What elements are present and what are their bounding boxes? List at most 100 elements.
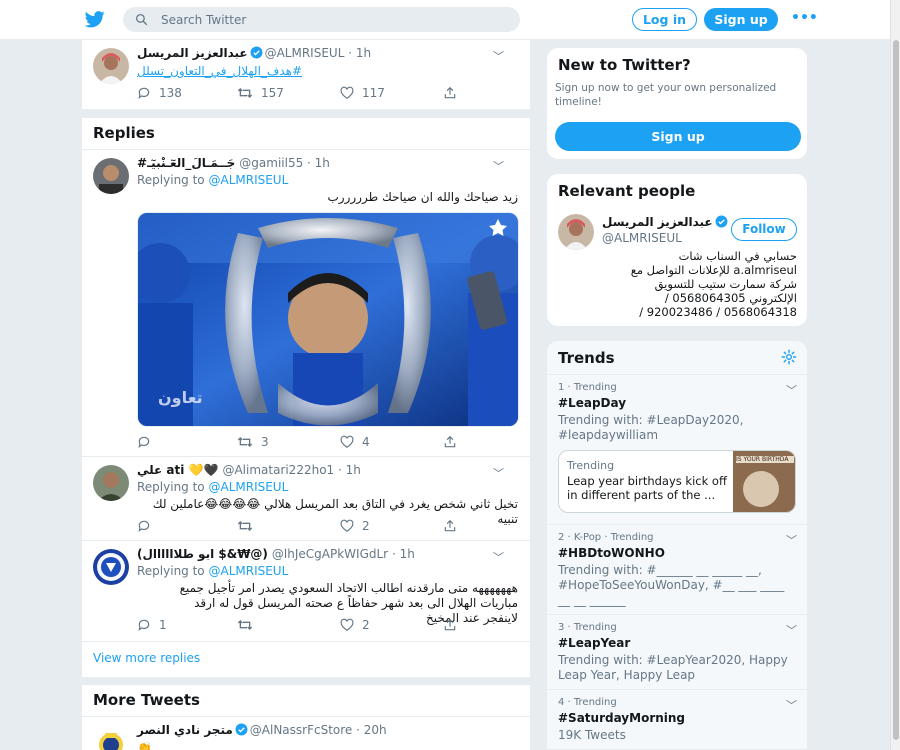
share-button[interactable]: [443, 434, 457, 450]
tweet-header: #جَــمَـالَ_العٓـنْبيٓـ @gamiil55 · 1h ﹀: [137, 156, 518, 174]
retweet-button[interactable]: [237, 617, 261, 633]
settings-gear-icon[interactable]: [781, 349, 797, 365]
author-name[interactable]: #جَــمَـالَ_العٓـنْبيٓـ: [137, 156, 235, 170]
like-button[interactable]: 4: [340, 434, 370, 450]
retweet-button[interactable]: [237, 518, 261, 534]
tweet-time[interactable]: 1h: [315, 156, 330, 170]
author-name[interactable]: عبدالعزيز المريسل: [137, 46, 248, 60]
reply-button[interactable]: [137, 434, 159, 450]
author-name[interactable]: متجر نادي النصر: [137, 723, 233, 737]
chevron-down-icon[interactable]: ﹀: [786, 532, 797, 548]
tweet-time-sep: ·: [352, 723, 364, 737]
trend-item[interactable]: 2 · K-Pop · Trending ﹀ #HBDtoWONHO Trend…: [547, 524, 807, 614]
hashtag-link[interactable]: #هدف_الهلال_في_التعاون_تسلل: [137, 64, 302, 78]
trend-moment-card[interactable]: Trending Leap year birthdays kick off in…: [558, 450, 796, 513]
chevron-down-icon[interactable]: ﹀: [786, 622, 797, 638]
more-options-icon[interactable]: •••: [791, 10, 818, 26]
more-tweets-heading: More Tweets: [82, 685, 530, 717]
reply-button[interactable]: 138: [137, 85, 182, 101]
share-icon: [444, 86, 456, 99]
trend-title[interactable]: #LeapYear: [558, 636, 630, 650]
chevron-down-icon[interactable]: ﹀: [786, 382, 797, 398]
signup-button[interactable]: Sign up: [704, 8, 778, 31]
trend-title[interactable]: #HBDtoWONHO: [558, 546, 665, 560]
chevron-down-icon[interactable]: ﹀: [786, 697, 797, 713]
avatar[interactable]: [93, 725, 129, 750]
share-button[interactable]: [443, 518, 457, 534]
author-handle[interactable]: @AlNassrFcStore: [250, 723, 353, 737]
chevron-down-icon[interactable]: ﹀: [493, 158, 504, 174]
tweet-actions: 3 4: [137, 434, 457, 450]
replying-to-link[interactable]: @ALMRISEUL: [208, 564, 288, 578]
trend-item[interactable]: 4 · Trending ﹀ #SaturdayMorning 19K Twee…: [547, 689, 807, 749]
author-name[interactable]: علي ati 💛🖤: [137, 463, 218, 477]
trend-title[interactable]: #LeapDay: [558, 396, 626, 410]
share-button[interactable]: [443, 617, 457, 633]
person-name[interactable]: عبدالعزيز المريسل: [602, 215, 713, 229]
replying-to: Replying to @ALMRISEUL: [137, 564, 288, 578]
tweet-time[interactable]: 1h: [400, 547, 415, 561]
avatar[interactable]: [93, 158, 129, 194]
author-handle[interactable]: @Alimatari222ho1: [222, 463, 334, 477]
view-more-replies-link[interactable]: View more replies: [93, 651, 200, 665]
author-handle[interactable]: @gamiil55: [239, 156, 303, 170]
reply-tweet[interactable]: علي ati 💛🖤 @Alimatari222ho1 · 1h ﹀ Replyi…: [82, 457, 530, 541]
search-box[interactable]: [123, 7, 520, 32]
chevron-down-icon[interactable]: ﹀: [493, 549, 504, 565]
author-name[interactable]: (ابو طلاااااال $&₩@): [137, 547, 268, 561]
moment-text: Leap year birthdays kick off in differen…: [567, 474, 727, 502]
tweet-time[interactable]: 1h: [346, 463, 361, 477]
tweet-time-sep: ·: [388, 547, 400, 561]
reply-tweet[interactable]: #جَــمَـالَ_العٓـنْبيٓـ @gamiil55 · 1h ﹀ …: [82, 150, 530, 457]
like-button[interactable]: 2: [340, 518, 370, 534]
retweet-count: 157: [261, 86, 284, 100]
avatar[interactable]: [93, 465, 129, 501]
tweet-actions: 2: [137, 518, 457, 534]
tweet-actions: 1 2: [137, 617, 457, 633]
person-handle[interactable]: @ALMRISEUL: [602, 231, 682, 245]
trend-item[interactable]: 1 · Trending ﹀ #LeapDay Trending with: #…: [547, 374, 807, 524]
trend-item[interactable]: 3 · Trending ﹀ #LeapYear Trending with: …: [547, 614, 807, 689]
like-button[interactable]: 117: [340, 85, 385, 101]
trend-meta: 3 · Trending: [558, 622, 617, 633]
avatar[interactable]: [558, 214, 594, 250]
search-input[interactable]: [161, 11, 501, 28]
reply-button[interactable]: 1: [137, 617, 167, 633]
trends-card: Trends 1 · Trending ﹀ #LeapDay Trending …: [546, 340, 808, 750]
retweet-icon: [237, 620, 253, 630]
search-icon: [135, 13, 148, 26]
chevron-down-icon[interactable]: ﹀: [493, 465, 504, 481]
tweet-time[interactable]: 1h: [356, 46, 371, 60]
main-tweet[interactable]: عبدالعزيز المريسل @ALMRISEUL · 1h ﹀ #هدف_…: [82, 40, 530, 110]
author-handle[interactable]: @lhJeCgAPkWIGdLr: [272, 547, 388, 561]
scrollbar[interactable]: [890, 0, 900, 750]
like-button[interactable]: 2: [340, 617, 370, 633]
trend-title[interactable]: #SaturdayMorning: [558, 711, 685, 725]
verified-badge-icon: [715, 215, 728, 228]
replying-to-link[interactable]: @ALMRISEUL: [208, 480, 288, 494]
tweet-time[interactable]: 20h: [364, 723, 387, 737]
author-handle[interactable]: @ALMRISEUL: [265, 46, 345, 60]
reply-tweet[interactable]: (ابو طلاااااال $&₩@) @lhJeCgAPkWIGdLr · 1…: [82, 541, 530, 642]
moment-label: Trending: [567, 459, 615, 472]
login-button[interactable]: Log in: [632, 8, 697, 31]
tweet-header: (ابو طلاااااال $&₩@) @lhJeCgAPkWIGdLr · 1…: [137, 547, 518, 565]
retweet-button[interactable]: 3: [237, 434, 269, 450]
scrollbar-thumb[interactable]: [893, 40, 899, 740]
chevron-down-icon[interactable]: ﹀: [493, 48, 504, 64]
sidebar-signup-button[interactable]: Sign up: [555, 122, 801, 151]
retweet-button[interactable]: 157: [237, 85, 284, 101]
share-button[interactable]: [443, 85, 457, 101]
person-name-row: عبدالعزيز المريسل: [602, 215, 730, 229]
card-title: New to Twitter?: [558, 56, 691, 74]
avatar[interactable]: [93, 549, 129, 585]
heart-icon: [340, 435, 354, 448]
avatar[interactable]: [93, 48, 129, 84]
person-bio: حسابي في السناب شات a.almriseul للإعلانا…: [630, 249, 797, 319]
more-tweet[interactable]: متجر نادي النصر @AlNassrFcStore · 20h 👏: [82, 717, 530, 750]
reply-button[interactable]: [137, 518, 159, 534]
tweet-photo[interactable]: تعاون: [137, 212, 519, 427]
twitter-logo-icon[interactable]: [84, 9, 106, 29]
follow-button[interactable]: Follow: [731, 218, 797, 241]
replying-to-link[interactable]: @ALMRISEUL: [208, 173, 288, 187]
